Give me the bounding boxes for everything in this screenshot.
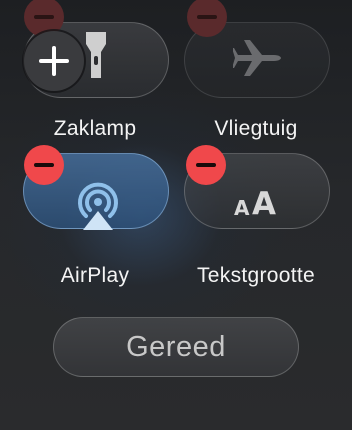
remove-text-size-badge[interactable] [186, 145, 226, 185]
flashlight-label: Zaklamp [53, 117, 137, 140]
text-size-small-glyph: A [234, 196, 250, 220]
add-control-button[interactable] [24, 31, 84, 91]
plus-icon [39, 46, 69, 76]
airplay-label: AirPlay [60, 264, 130, 287]
done-button[interactable]: Gereed [53, 317, 299, 377]
remove-airplay-badge[interactable] [24, 145, 64, 185]
airplane-icon [232, 38, 281, 83]
text-size-label: Tekstgrootte [197, 264, 315, 287]
text-size-icon: A A [234, 186, 282, 222]
flashlight-icon [84, 32, 108, 85]
text-size-large-glyph: A [252, 186, 276, 222]
airplay-icon [70, 176, 126, 237]
airplane-label: Vliegtuig [214, 117, 298, 140]
